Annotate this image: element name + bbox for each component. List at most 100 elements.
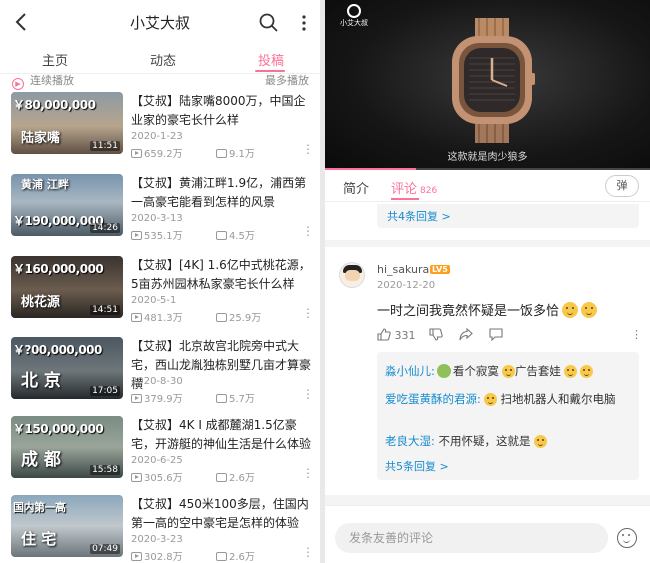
- view-more-replies-link[interactable]: 共5条回复 >: [385, 458, 449, 474]
- video-stats: 305.6万 2.6万: [131, 469, 306, 484]
- video-more-icon[interactable]: ⋮: [302, 142, 314, 156]
- comment-count: 826: [420, 186, 438, 196]
- divider: [325, 240, 650, 247]
- video-detail-page: 小艾大叔 这款就是肉少狼多 简介 评论 826 弹 共4条回复 > hi_saku…: [325, 0, 650, 563]
- emoji-icon: [579, 365, 593, 378]
- emoji-icon: [483, 393, 497, 406]
- reply-button[interactable]: [489, 328, 503, 344]
- thumbnail-price: ￥160,000,000: [13, 262, 104, 276]
- danmaku-count-icon: [216, 149, 227, 158]
- comment-input[interactable]: [335, 523, 608, 553]
- uploader-page: 小艾大叔 主页 动态 投稿 ▶ 连续播放 最多播放 ￥80,000,000 陆家嘴…: [0, 0, 320, 563]
- comment-date: 2020-12-20: [377, 280, 436, 291]
- emoji-icon: [436, 364, 451, 378]
- video-more-icon[interactable]: ⋮: [302, 306, 314, 320]
- video-thumbnail: 国内第一高 住 宅 07:49: [11, 495, 123, 557]
- play-count-icon: [131, 473, 142, 482]
- video-title: 【艾叔】4K I 成都麓湖1.5亿豪宅，开游艇的神仙生活是什么体验: [131, 418, 312, 451]
- video-stats: 302.8万 2.6万: [131, 548, 306, 563]
- reply-item: 老良大湿: 不用怀疑，这就是: [385, 432, 633, 450]
- watch-image: [452, 18, 535, 143]
- comment-icon: [489, 328, 503, 342]
- continuous-play-toggle[interactable]: ▶ 连续播放: [12, 72, 74, 90]
- comment-username[interactable]: hi_sakura: [377, 263, 429, 276]
- danmaku-count: 5.7万: [229, 394, 255, 405]
- tab-intro[interactable]: 简介: [343, 178, 369, 197]
- play-count-icon: [131, 313, 142, 322]
- comment-input-bar: [325, 505, 650, 563]
- video-thumbnail: ￥80,000,000 陆家嘴 11:51: [11, 92, 123, 154]
- danmaku-count: 9.1万: [229, 149, 255, 160]
- video-stats: 379.9万 5.7万: [131, 390, 306, 405]
- detail-tabs: 简介 评论 826: [325, 172, 650, 202]
- video-thumbnail: ￥?00,000,000 北 京 17:05: [11, 337, 123, 399]
- video-item[interactable]: ￥80,000,000 陆家嘴 11:51 【艾叔】陆家嘴8000万，中国企业家…: [0, 92, 320, 172]
- top-bar: 小艾大叔: [0, 0, 320, 44]
- danmaku-toggle-button[interactable]: 弹: [605, 175, 639, 197]
- video-item[interactable]: ￥?00,000,000 北 京 17:05 【艾叔】北京故宫北院旁中式大宅，西…: [0, 337, 320, 417]
- tab-uploads[interactable]: 投稿: [258, 50, 284, 69]
- tab-dynamics[interactable]: 动态: [150, 50, 176, 69]
- play-circle-icon: ▶: [12, 78, 24, 90]
- like-count: 331: [394, 329, 416, 342]
- video-date: 2020-3-13: [131, 213, 183, 224]
- channel-logo: 小艾大叔: [335, 4, 373, 27]
- video-thumbnail: ￥190,000,000 黄浦 江畔 14:26: [11, 174, 123, 236]
- play-count: 481.3万: [144, 313, 183, 324]
- view-replies-link[interactable]: 共4条回复 >: [387, 208, 451, 224]
- thumbnail-place: 桃花源: [21, 295, 61, 310]
- thumbnail-place: 成 都: [21, 450, 61, 470]
- play-count-icon: [131, 149, 142, 158]
- video-item[interactable]: ￥190,000,000 黄浦 江畔 14:26 【艾叔】黄浦江畔1.9亿，浦西…: [0, 174, 320, 254]
- play-count: 305.6万: [144, 473, 183, 484]
- danmaku-count: 2.6万: [229, 473, 255, 484]
- previous-reply-box: 共4条回复 >: [377, 204, 639, 228]
- comment-text: 一时之间我竟然怀疑是一饭多恰: [377, 300, 598, 319]
- comment-actions: 331 ⋮: [377, 327, 642, 346]
- tab-comments[interactable]: 评论 826: [391, 178, 437, 197]
- video-more-icon[interactable]: ⋮: [302, 466, 314, 480]
- video-item[interactable]: ￥150,000,000 成 都 15:58 【艾叔】4K I 成都麓湖1.5亿…: [0, 416, 320, 496]
- video-more-icon[interactable]: ⋮: [302, 224, 314, 238]
- more-options-icon[interactable]: [296, 12, 312, 34]
- play-count-icon: [131, 231, 142, 240]
- tab-home[interactable]: 主页: [42, 50, 68, 69]
- video-item[interactable]: ￥160,000,000 桃花源 14:51 【艾叔】[4K] 1.6亿中式桃花…: [0, 256, 320, 336]
- danmaku-count-icon: [216, 394, 227, 403]
- play-count: 379.9万: [144, 394, 183, 405]
- danmaku-count: 25.9万: [229, 313, 262, 324]
- reply-item: 淼小仙儿: 看个寂寞 广告套娃: [385, 362, 633, 380]
- video-title: 【艾叔】[4K] 1.6亿中式桃花源，5亩苏州园林私家豪宅长什么样: [131, 258, 311, 291]
- video-player[interactable]: 小艾大叔 这款就是肉少狼多: [325, 0, 650, 170]
- video-thumbnail: ￥150,000,000 成 都 15:58: [11, 416, 123, 478]
- like-button[interactable]: 331: [377, 328, 416, 342]
- sort-dropdown[interactable]: 最多播放: [265, 72, 309, 88]
- emoji-icon: [562, 302, 579, 318]
- reply-username[interactable]: 爱吃蛋黄酥的君源:: [385, 392, 481, 406]
- video-more-icon[interactable]: ⋮: [302, 545, 314, 559]
- video-duration: 14:51: [90, 305, 120, 315]
- emoji-icon: [581, 302, 598, 318]
- share-button[interactable]: [459, 327, 473, 344]
- video-stats: 659.2万 9.1万: [131, 145, 306, 160]
- share-icon: [459, 327, 473, 341]
- video-progress-bar[interactable]: [325, 168, 650, 170]
- emoji-picker-icon[interactable]: [617, 528, 637, 548]
- thumbnail-place: 陆家嘴: [21, 131, 61, 146]
- reply-username[interactable]: 老良大湿:: [385, 434, 435, 448]
- avatar[interactable]: [339, 262, 365, 288]
- dislike-button[interactable]: [429, 328, 443, 342]
- comment-more-icon[interactable]: ⋮: [631, 328, 642, 341]
- active-tab-indicator: [391, 198, 419, 200]
- play-count: 302.8万: [144, 552, 183, 563]
- video-date: 2020-1-23: [131, 131, 183, 142]
- danmaku-count: 2.6万: [229, 552, 255, 563]
- video-duration: 07:49: [90, 544, 120, 554]
- video-duration: 14:26: [90, 223, 120, 233]
- video-more-icon[interactable]: ⋮: [302, 387, 314, 401]
- video-date: 2020-5-1: [131, 295, 177, 306]
- video-item[interactable]: 国内第一高 住 宅 07:49 【艾叔】450米100多层，住国内第一高的空中豪…: [0, 495, 320, 563]
- reply-username[interactable]: 淼小仙儿:: [385, 364, 435, 378]
- thumbnail-place: 黄浦 江畔: [21, 178, 69, 191]
- search-icon[interactable]: [258, 12, 280, 34]
